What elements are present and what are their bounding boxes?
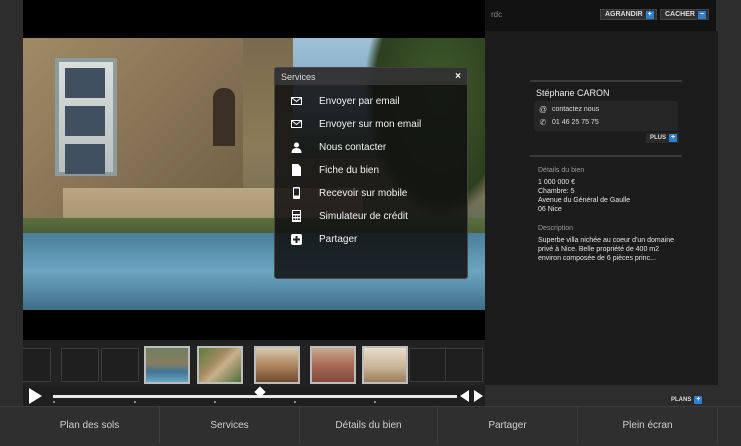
nav-label: Partager <box>488 419 527 431</box>
details-title: Détails du bien <box>538 167 585 174</box>
plus-icon: + <box>645 10 654 19</box>
plus-icon: + <box>669 134 678 142</box>
services-popup: Services × Envoyer par email Envoyer sur… <box>274 67 468 279</box>
service-receive-mobile[interactable]: Recevoir sur mobile <box>289 183 407 203</box>
minus-icon: − <box>697 10 706 19</box>
plans-label: PLANS <box>671 397 692 403</box>
more-button[interactable]: PLUS + <box>646 133 680 143</box>
app-root: Services × Envoyer par email Envoyer sur… <box>0 0 741 446</box>
phone-icon: ✆ <box>539 117 547 127</box>
thumbnail-aerial[interactable] <box>197 346 243 384</box>
progress-tick <box>294 401 296 403</box>
property-details: Détails du bien 1 000 000 € Chambre: 5 A… <box>530 155 682 263</box>
thumbnail-placeholder <box>409 348 447 382</box>
progress-tick <box>53 401 55 403</box>
property-description: Superbe villa nichée au coeur d'un domai… <box>538 237 674 262</box>
service-send-email[interactable]: Envoyer par email <box>289 91 400 111</box>
nav-floor-plans[interactable]: Plan des sols <box>20 407 160 443</box>
progress-track[interactable] <box>53 395 457 398</box>
nav-label: Services <box>210 419 249 431</box>
envelope-icon <box>289 94 303 108</box>
service-label: Simulateur de crédit <box>319 210 408 222</box>
nav-services[interactable]: Services <box>160 407 300 443</box>
previous-icon[interactable] <box>460 390 469 402</box>
plus-square-icon <box>289 232 303 246</box>
service-property-sheet[interactable]: Fiche du bien <box>289 160 379 180</box>
playback-bar <box>23 386 485 406</box>
thumbnail-interior-1[interactable] <box>254 346 300 384</box>
bottom-nav: Plan des sols Services Détails du bien P… <box>0 406 741 446</box>
at-icon: @ <box>538 104 548 114</box>
property-price: 1 000 000 € <box>538 179 575 186</box>
property-address: Avenue du Général de Gaulle <box>538 197 631 204</box>
play-icon[interactable] <box>29 388 42 404</box>
next-icon[interactable] <box>474 390 483 402</box>
contact-label: contactez nous <box>552 105 600 113</box>
thumbnail-interior-3[interactable] <box>362 346 408 384</box>
nav-fullscreen[interactable]: Plein écran <box>578 407 718 443</box>
service-label: Envoyer par email <box>319 95 400 107</box>
service-label: Partager <box>319 233 358 245</box>
service-label: Recevoir sur mobile <box>319 187 408 199</box>
thumbnail-pool[interactable] <box>144 346 190 384</box>
enlarge-button[interactable]: AGRANDIR + <box>600 9 657 20</box>
progress-tick <box>134 401 136 403</box>
info-panel: Stéphane CARON @ contactez nous ✆ 01 46 … <box>485 31 718 405</box>
more-label: PLUS <box>650 135 667 141</box>
service-credit-simulator[interactable]: Simulateur de crédit <box>289 206 408 226</box>
contact-us-link[interactable]: @ contactez nous <box>538 103 599 115</box>
phone-link[interactable]: ✆ 01 46 25 75 75 <box>538 116 599 128</box>
property-rooms: Chambre: 5 <box>538 188 575 195</box>
service-contact-us[interactable]: Nous contacter <box>289 137 386 157</box>
nav-property-details[interactable]: Détails du bien <box>300 407 438 443</box>
phone-number: 01 46 25 75 75 <box>552 118 599 126</box>
contact-box: @ contactez nous ✆ 01 46 25 75 75 <box>534 101 678 131</box>
thumbnail-placeholder <box>61 348 99 382</box>
thumbnail-strip[interactable] <box>23 340 485 388</box>
mobile-icon <box>289 186 303 200</box>
side-header: rdc AGRANDIR + CACHER − <box>485 0 716 31</box>
hide-label: CACHER <box>665 11 695 18</box>
service-label: Envoyer sur mon email <box>319 118 422 130</box>
nav-share[interactable]: Partager <box>438 407 578 443</box>
person-icon <box>289 140 303 154</box>
description-title: Description <box>538 225 574 232</box>
thumbnail-placeholder <box>23 348 51 382</box>
plans-button[interactable]: PLANS + <box>667 395 705 405</box>
calculator-icon <box>289 209 303 223</box>
envelope-icon <box>289 117 303 131</box>
nav-label: Détails du bien <box>335 419 402 431</box>
thumbnail-placeholder <box>101 348 139 382</box>
service-send-my-email[interactable]: Envoyer sur mon email <box>289 114 421 134</box>
property-city: 06 Nice <box>538 206 562 213</box>
progress-tick <box>214 401 216 403</box>
enlarge-label: AGRANDIR <box>605 11 643 18</box>
close-icon[interactable]: × <box>455 71 461 82</box>
service-label: Fiche du bien <box>319 164 380 176</box>
thumbnail-interior-2[interactable] <box>310 346 356 384</box>
services-popup-header: Services × <box>275 68 467 85</box>
nav-label: Plein écran <box>622 419 673 431</box>
services-popup-title: Services <box>281 71 316 82</box>
agent-card: Stéphane CARON @ contactez nous ✆ 01 46 … <box>530 80 682 143</box>
plus-icon: + <box>694 396 703 404</box>
thumbnail-placeholder <box>445 348 483 382</box>
document-icon <box>289 163 303 177</box>
service-share[interactable]: Partager <box>289 229 357 249</box>
service-label: Nous contacter <box>319 141 387 153</box>
progress-tick <box>374 401 376 403</box>
floor-label: rdc <box>491 10 503 19</box>
agent-name: Stéphane CARON <box>536 88 610 98</box>
nav-label: Plan des sols <box>59 419 120 431</box>
hide-button[interactable]: CACHER − <box>660 9 709 20</box>
